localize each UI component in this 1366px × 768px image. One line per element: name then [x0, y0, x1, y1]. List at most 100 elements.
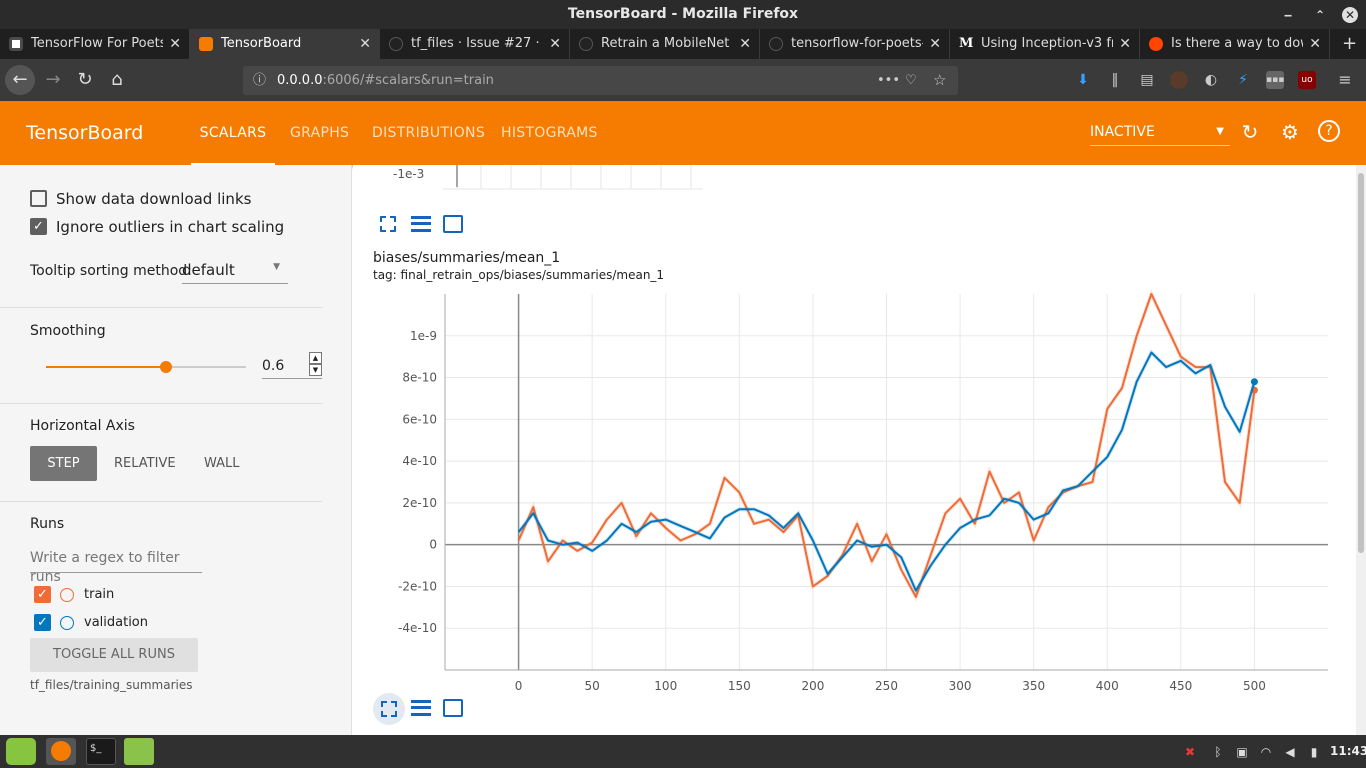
train-run-checkbox[interactable]: ✓	[34, 586, 51, 603]
wifi-icon[interactable]: ◠	[1258, 744, 1274, 760]
files-launcher-icon[interactable]	[124, 738, 154, 765]
show-download-checkbox[interactable]	[30, 190, 47, 207]
firefox-launcher-icon[interactable]	[46, 738, 76, 765]
forward-arrow-icon[interactable]: →	[38, 65, 68, 95]
toggle-log-scale-icon[interactable]	[411, 216, 431, 232]
validation-run-checkbox[interactable]: ✓	[34, 614, 51, 631]
x-tick-label: 350	[1022, 679, 1045, 693]
battery-icon[interactable]: ▮	[1306, 744, 1322, 760]
axis-wall-button[interactable]: WALL	[204, 446, 240, 481]
hamburger-menu-icon[interactable]: ≡	[1336, 71, 1354, 89]
minimize-icon[interactable]: ‒	[1280, 7, 1296, 23]
settings-gear-icon[interactable]: ⚙	[1278, 120, 1302, 144]
browser-tab[interactable]: Retrain a MobileNet mo ✕	[570, 29, 760, 59]
run-status-select[interactable]: INACTIVE ▼	[1090, 122, 1230, 146]
bookmark-star-icon[interactable]: ☆	[933, 66, 946, 95]
smoothing-slider-knob[interactable]	[160, 361, 172, 373]
reload-icon[interactable]: ↻	[70, 65, 100, 95]
fit-domain-icon[interactable]	[443, 699, 463, 717]
close-window-icon[interactable]: ✕	[1342, 7, 1358, 23]
extension-icon[interactable]: ⚡	[1234, 71, 1252, 89]
y-tick-label: 6e-10	[402, 412, 437, 426]
smoothing-slider[interactable]	[46, 361, 246, 373]
tab-label: TensorFlow For Poets	[31, 36, 163, 51]
browser-tab-active[interactable]: TensorBoard ✕	[190, 29, 380, 59]
back-arrow-icon[interactable]: ←	[5, 65, 35, 95]
toggle-all-runs-button[interactable]: TOGGLE ALL RUNS	[30, 638, 198, 672]
browser-tab[interactable]: tf_files · Issue #27 · goo ✕	[380, 29, 570, 59]
tab-close-icon[interactable]: ✕	[1119, 29, 1131, 59]
clipboard-icon[interactable]: ▣	[1234, 744, 1250, 760]
tab-label: TensorBoard	[221, 36, 302, 51]
tab-close-icon[interactable]: ✕	[169, 29, 181, 59]
scalar-line-chart[interactable]: -4e-10 -2e-10 0 2e-10 4e-10 6e-10 8e-10 1e-9 0 50…	[353, 290, 1343, 700]
volume-icon[interactable]: ◀	[1282, 744, 1298, 760]
tab-close-icon[interactable]: ✕	[929, 29, 941, 59]
validation-color-swatch-icon[interactable]	[60, 616, 74, 630]
divider	[0, 307, 322, 308]
train-color-swatch-icon[interactable]	[60, 588, 74, 602]
x-tick-label: 250	[875, 679, 898, 693]
refresh-icon[interactable]: ↻	[1238, 120, 1262, 144]
help-icon[interactable]: ?	[1318, 120, 1340, 142]
tab-distributions[interactable]: DISTRIBUTIONS	[372, 101, 485, 165]
page-actions-icon[interactable]: •••	[877, 66, 900, 95]
expand-chart-button[interactable]	[373, 693, 405, 725]
shield-icon[interactable]: ✖	[1182, 744, 1198, 760]
x-tick-label: 200	[801, 679, 824, 693]
toggle-log-scale-icon[interactable]	[411, 700, 431, 716]
stepper-down-icon[interactable]: ▼	[309, 364, 322, 376]
ignore-outliers-checkbox[interactable]: ✓	[30, 218, 47, 235]
browser-tab[interactable]: tensorflow-for-poets-2/ ✕	[760, 29, 950, 59]
window-titlebar: TensorBoard - Mozilla Firefox ‒ ⌃ ✕	[0, 0, 1366, 29]
page-scrollbar[interactable]	[1356, 165, 1366, 735]
tab-close-icon[interactable]: ✕	[1309, 29, 1321, 59]
x-tick-label: 400	[1096, 679, 1119, 693]
browser-tab[interactable]: M Using Inception-v3 from ✕	[950, 29, 1140, 59]
extension-icon[interactable]	[1170, 71, 1188, 89]
browser-tab[interactable]: TensorFlow For Poets ✕	[0, 29, 190, 59]
maximize-icon[interactable]: ⌃	[1312, 7, 1328, 23]
home-icon[interactable]: ⌂	[102, 65, 132, 95]
extension-icon[interactable]: ▪▪▪	[1266, 71, 1284, 89]
x-tick-label: 0	[515, 679, 523, 693]
run-filter-input[interactable]: Write a regex to filter runs	[30, 547, 202, 585]
smoothing-input[interactable]: 0.6 ▲ ▼	[262, 352, 322, 379]
expand-chart-icon	[381, 701, 397, 717]
url-host: 0.0.0.0	[277, 73, 323, 88]
tab-scalars[interactable]: SCALARS	[191, 101, 275, 165]
chart-title: biases/summaries/mean_1	[373, 250, 561, 266]
show-download-label: Show data download links	[56, 190, 252, 208]
browser-tab[interactable]: Is there a way to downlo ✕	[1140, 29, 1330, 59]
pocket-icon[interactable]: ♡	[905, 66, 917, 95]
address-bar[interactable]: ⓘ 0.0.0.0:6006/#scalars&run=train ••• ♡ …	[243, 66, 958, 95]
stepper-up-icon[interactable]: ▲	[309, 352, 322, 364]
terminal-launcher-icon[interactable]: $_	[86, 738, 116, 765]
bluetooth-icon[interactable]: ᛒ	[1210, 744, 1226, 760]
tab-close-icon[interactable]: ✕	[549, 29, 561, 59]
tooltip-sort-select[interactable]: default ▼	[182, 260, 288, 284]
github-favicon-icon	[769, 37, 783, 51]
new-tab-button[interactable]: +	[1330, 29, 1366, 59]
sidebar-icon[interactable]: ▤	[1138, 71, 1156, 89]
sidebar: Show data download links ✓ Ignore outlie…	[0, 165, 352, 735]
tab-histograms[interactable]: HISTOGRAMS	[501, 101, 598, 165]
ublock-icon[interactable]: uo	[1298, 71, 1316, 89]
axis-relative-button[interactable]: RELATIVE	[114, 446, 176, 481]
library-icon[interactable]: ‖	[1106, 71, 1124, 89]
tab-close-icon[interactable]: ✕	[359, 29, 371, 59]
horizontal-axis-label: Horizontal Axis	[30, 418, 135, 434]
medium-favicon-icon: M	[959, 36, 974, 51]
extension-icon[interactable]: ◐	[1202, 71, 1220, 89]
tab-graphs[interactable]: GRAPHS	[290, 101, 349, 165]
axis-step-button[interactable]: STEP	[30, 446, 97, 481]
tab-label: Retrain a MobileNet mo	[601, 36, 733, 51]
logdir-path: tf_files/training_summaries	[30, 678, 193, 692]
mint-menu-icon[interactable]	[6, 738, 36, 765]
fit-domain-icon[interactable]	[443, 215, 463, 233]
download-icon[interactable]: ⬇	[1074, 71, 1092, 89]
tab-close-icon[interactable]: ✕	[739, 29, 751, 59]
scrollbar-thumb[interactable]	[1358, 173, 1364, 553]
info-icon[interactable]: ⓘ	[253, 66, 266, 95]
expand-chart-icon[interactable]	[380, 216, 396, 232]
